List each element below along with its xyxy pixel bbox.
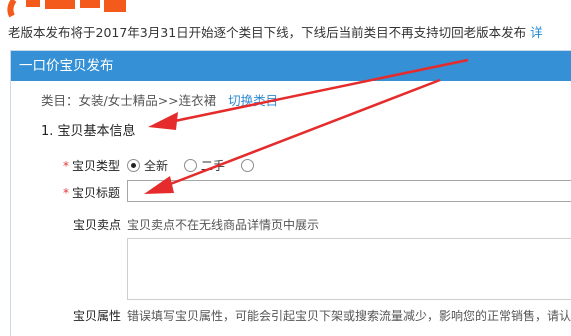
selling-point-textarea[interactable] bbox=[127, 238, 571, 300]
item-type-radio-group: 全新 二手 bbox=[127, 157, 258, 174]
selling-point-label: 宝贝卖点 bbox=[73, 218, 122, 232]
required-mark: * bbox=[63, 186, 69, 200]
notice-detail-link[interactable]: 详 bbox=[530, 25, 543, 40]
switch-category-link[interactable]: 切换类目 bbox=[228, 93, 278, 108]
required-mark: * bbox=[63, 159, 69, 173]
panel-header: 一口价宝贝发布 bbox=[11, 51, 571, 81]
deprecation-notice: 老版本发布将于2017年3月31日开始逐个类目下线，下线后当前类目不再支持切回老… bbox=[8, 22, 571, 42]
publish-panel: 一口价宝贝发布 类目：女装/女士精品>>连衣裙 切换类目 1. 宝贝基本信息 *… bbox=[10, 50, 571, 336]
attributes-label: 宝贝属性 bbox=[73, 309, 122, 323]
radio-used-label[interactable]: 二手 bbox=[201, 159, 225, 173]
radio-used[interactable] bbox=[183, 159, 197, 172]
radio-other[interactable] bbox=[240, 159, 254, 172]
section-title: 1. 宝贝基本信息 bbox=[41, 124, 136, 139]
attributes-hint: 错误填写宝贝属性，可能会引起宝贝下架或搜索流量减少，影响您的正常销售，请认真准 bbox=[127, 309, 571, 323]
selling-point-hint: 宝贝卖点不在无线商品详情页中展示 bbox=[127, 218, 320, 232]
page-heading-fragment bbox=[0, 0, 571, 18]
item-type-label: * 宝贝类型 bbox=[63, 159, 121, 173]
item-title-label: * 宝贝标题 bbox=[63, 186, 121, 200]
item-title-input[interactable] bbox=[127, 180, 571, 202]
radio-new-label[interactable]: 全新 bbox=[144, 159, 168, 173]
panel-title: 一口价宝贝发布 bbox=[19, 58, 114, 74]
radio-new[interactable] bbox=[127, 159, 140, 172]
category-text: 类目：女装/女士精品>>连衣裙 bbox=[41, 93, 217, 108]
category-row: 类目：女装/女士精品>>连衣裙 切换类目 bbox=[41, 90, 278, 109]
notice-text: 老版本发布将于2017年3月31日开始逐个类目下线，下线后当前类目不再支持切回老… bbox=[8, 25, 527, 40]
